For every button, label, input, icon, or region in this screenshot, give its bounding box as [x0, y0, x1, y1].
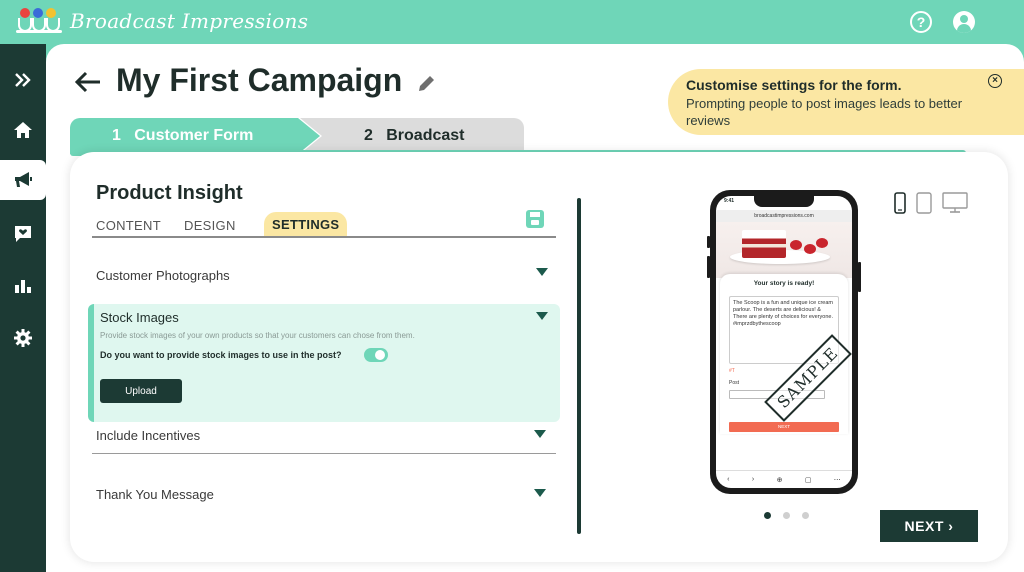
- bar-chart-icon: [15, 280, 31, 293]
- device-switcher: [894, 192, 968, 214]
- brand-logo[interactable]: Broadcast Impressions: [16, 6, 308, 36]
- step-number: 1: [112, 127, 121, 144]
- back-nav-icon[interactable]: ‹: [727, 476, 729, 483]
- upload-button[interactable]: Upload: [100, 379, 182, 403]
- megaphone-icon: [15, 172, 32, 187]
- sidebar: [0, 44, 46, 572]
- tab-settings[interactable]: SETTINGS: [264, 212, 348, 236]
- status-time: 9:41: [724, 198, 735, 204]
- next-button[interactable]: NEXT ›: [880, 510, 978, 542]
- form-title: Product Insight: [96, 182, 243, 204]
- pagination-dot[interactable]: [802, 512, 809, 519]
- close-icon[interactable]: ×: [988, 74, 1002, 88]
- accordion-thank-you-message[interactable]: Thank You Message: [92, 483, 556, 507]
- add-tab-icon[interactable]: ⊕: [777, 476, 783, 484]
- form-tabs: CONTENT DESIGN SETTINGS: [92, 210, 556, 238]
- sidebar-item-analytics[interactable]: [0, 266, 46, 306]
- accordion-customer-photographs[interactable]: Customer Photographs: [92, 264, 556, 288]
- tab-design[interactable]: DESIGN: [184, 218, 236, 233]
- browser-nav-bar: ‹ › ⊕ ▢ ⋯: [716, 470, 852, 488]
- divider: [92, 453, 556, 454]
- step-customer-form[interactable]: 1 Customer Form: [70, 118, 320, 154]
- top-bar: Broadcast Impressions ?: [0, 0, 1024, 44]
- sidebar-item-reviews[interactable]: [0, 214, 46, 254]
- accordion-stock-images: Stock Images Provide stock images of you…: [88, 304, 560, 422]
- stock-images-question: Do you want to provide stock images to u…: [100, 350, 342, 360]
- phone-notch: [754, 196, 814, 207]
- preview-url-bar: broadcastimpressions.com: [716, 210, 852, 222]
- caret-down-icon: [534, 489, 546, 497]
- forward-nav-icon[interactable]: ›: [752, 476, 754, 483]
- vertical-scrollbar[interactable]: [577, 198, 581, 534]
- logo-icon: [16, 6, 62, 36]
- stepper: 1 Customer Form 2 Broadcast: [70, 118, 524, 154]
- caret-down-icon: [534, 430, 546, 438]
- tip-title: Customise settings for the form.: [686, 77, 902, 93]
- step-number: 2: [364, 127, 373, 144]
- main-content: My First Campaign Customise settings for…: [46, 44, 1024, 572]
- tip-banner: Customise settings for the form. Prompti…: [668, 69, 1024, 135]
- accordion-label: Include Incentives: [96, 428, 201, 443]
- brand-name: Broadcast Impressions: [70, 9, 309, 33]
- gear-icon: [14, 329, 32, 347]
- tabs-icon[interactable]: ▢: [805, 476, 812, 484]
- sidebar-item-settings[interactable]: [0, 318, 46, 358]
- editor-card: Product Insight CONTENT DESIGN SETTINGS …: [70, 152, 1008, 562]
- accordion-label[interactable]: Stock Images: [100, 310, 179, 325]
- more-icon[interactable]: ⋯: [834, 476, 841, 484]
- step-broadcast[interactable]: 2 Broadcast: [300, 118, 524, 154]
- accordion-label: Thank You Message: [96, 487, 214, 502]
- next-label: NEXT: [904, 518, 944, 534]
- story-title: Your story is ready!: [753, 280, 815, 287]
- desktop-device-icon[interactable]: [942, 192, 968, 214]
- step-label: Broadcast: [386, 127, 465, 144]
- home-icon: [14, 122, 32, 138]
- pagination-dot[interactable]: [783, 512, 790, 519]
- preview-pagination: [764, 512, 809, 519]
- chat-heart-icon: [15, 226, 31, 242]
- sidebar-item-campaigns[interactable]: [0, 160, 46, 200]
- text-format-icon[interactable]: #T: [729, 368, 735, 374]
- page-title: My First Campaign: [116, 62, 403, 98]
- caret-down-icon: [536, 268, 548, 276]
- stock-images-toggle[interactable]: [364, 348, 388, 362]
- phone-preview: 9:41 broadcastimpressions.com Your story…: [707, 190, 861, 494]
- pencil-icon[interactable]: [416, 74, 436, 94]
- caret-down-icon[interactable]: [536, 312, 548, 320]
- chevrons-right-icon: [15, 73, 31, 87]
- accordion-include-incentives[interactable]: Include Incentives: [92, 424, 556, 448]
- tip-body: Prompting people to post images leads to…: [686, 96, 963, 128]
- back-arrow-icon[interactable]: [74, 70, 102, 94]
- pagination-dot[interactable]: [764, 512, 771, 519]
- save-icon[interactable]: [526, 210, 544, 228]
- mobile-device-icon[interactable]: [894, 192, 906, 214]
- stock-images-description: Provide stock images of your own product…: [100, 331, 415, 340]
- preview-next-button[interactable]: NEXT: [729, 422, 839, 432]
- dessert-image: [716, 222, 852, 278]
- help-icon[interactable]: ?: [910, 11, 932, 33]
- chevron-right-icon: ›: [948, 518, 954, 534]
- accordion-label: Customer Photographs: [96, 268, 230, 283]
- post-label: Post: [729, 380, 740, 386]
- tablet-device-icon[interactable]: [916, 192, 932, 214]
- phone-screen: 9:41 broadcastimpressions.com Your story…: [716, 196, 852, 488]
- sidebar-expand-button[interactable]: [0, 60, 46, 100]
- sidebar-item-home[interactable]: [0, 110, 46, 150]
- tab-content[interactable]: CONTENT: [96, 218, 161, 233]
- user-account-icon[interactable]: [953, 11, 975, 33]
- step-label: Customer Form: [134, 127, 254, 144]
